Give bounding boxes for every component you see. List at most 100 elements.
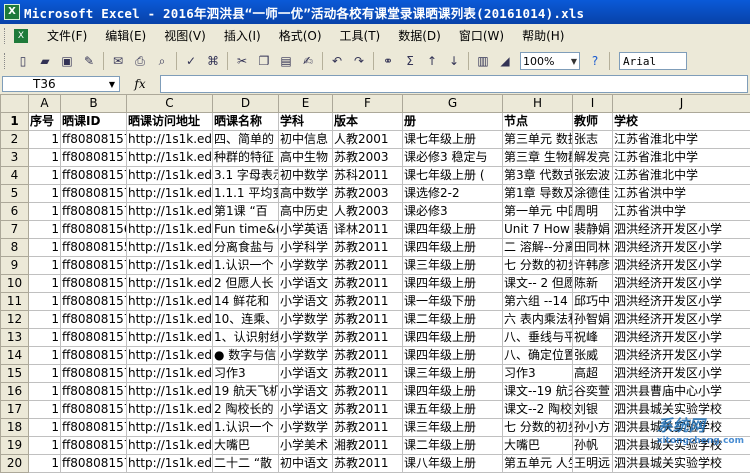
select-all-corner[interactable] bbox=[1, 95, 29, 113]
cell[interactable]: ff80808157 bbox=[61, 311, 127, 329]
column-header[interactable]: I bbox=[573, 95, 613, 113]
cell[interactable]: 1 bbox=[29, 293, 61, 311]
row-header[interactable]: 1 bbox=[1, 113, 29, 131]
menu-file[interactable]: 文件(F) bbox=[38, 26, 96, 46]
cell[interactable]: 1 bbox=[29, 221, 61, 239]
cell[interactable]: 小学语文 bbox=[279, 365, 333, 383]
cell[interactable]: 田同林 bbox=[573, 239, 613, 257]
cell[interactable]: ff80808157 bbox=[61, 203, 127, 221]
cell[interactable]: 许韩彦 bbox=[573, 257, 613, 275]
cell[interactable]: 人教2001 bbox=[333, 131, 403, 149]
sort-ascending-icon[interactable]: ↑ bbox=[423, 52, 441, 70]
cell[interactable]: 1 bbox=[29, 203, 61, 221]
cell[interactable]: 江苏省淮北中学 bbox=[613, 167, 750, 185]
menu-data[interactable]: 数据(D) bbox=[389, 26, 450, 46]
row-header[interactable]: 16 bbox=[1, 383, 29, 401]
cell[interactable]: 课三年级上册 bbox=[403, 257, 503, 275]
cell[interactable]: ff80808157 bbox=[61, 329, 127, 347]
cell[interactable]: http://1s1k.ed bbox=[127, 149, 213, 167]
menu-window[interactable]: 窗口(W) bbox=[450, 26, 513, 46]
undo-icon[interactable]: ↶ bbox=[328, 52, 346, 70]
cell[interactable]: 初中语文 bbox=[279, 455, 333, 473]
row-header[interactable]: 13 bbox=[1, 329, 29, 347]
column-header[interactable]: A bbox=[29, 95, 61, 113]
cell[interactable]: 高中数学 bbox=[279, 185, 333, 203]
row-header[interactable]: 3 bbox=[1, 149, 29, 167]
cell[interactable]: 祝峰 bbox=[573, 329, 613, 347]
cell[interactable]: 四、简单的 bbox=[213, 131, 279, 149]
cell[interactable]: 二 溶解--分离食盐与 bbox=[503, 239, 573, 257]
new-icon[interactable]: ▯ bbox=[14, 52, 32, 70]
cell[interactable]: 1 bbox=[29, 347, 61, 365]
help-icon[interactable]: ? bbox=[586, 52, 604, 70]
cell[interactable]: 江苏省淮北中学 bbox=[613, 131, 750, 149]
column-header[interactable]: F bbox=[333, 95, 403, 113]
cell[interactable]: ff80808157 bbox=[61, 347, 127, 365]
cell[interactable]: 第1章 导数及其应用 bbox=[503, 185, 573, 203]
cell[interactable]: 2 陶校长的 bbox=[213, 401, 279, 419]
cell[interactable]: 教师 bbox=[573, 113, 613, 131]
cell[interactable]: 七 分数的初步认识 bbox=[503, 419, 573, 437]
cell[interactable]: 大嘴巴 bbox=[213, 437, 279, 455]
cell[interactable]: 邱巧中 bbox=[573, 293, 613, 311]
cell[interactable]: 泗洪经济开发区小学 bbox=[613, 257, 750, 275]
cell[interactable]: 课选修2-2 bbox=[403, 185, 503, 203]
cell[interactable]: 第1课 “百 bbox=[213, 203, 279, 221]
cell[interactable]: 第3章 代数式--3.1 字 bbox=[503, 167, 573, 185]
cut-icon[interactable]: ✂ bbox=[233, 52, 251, 70]
cell[interactable]: ff80808157 bbox=[61, 275, 127, 293]
cell[interactable]: 苏教2011 bbox=[333, 293, 403, 311]
cell[interactable]: 泗洪县曹庙中心小学 bbox=[613, 383, 750, 401]
cell[interactable]: 晒课访问地址 bbox=[127, 113, 213, 131]
cell[interactable]: ● 数字与信 bbox=[213, 347, 279, 365]
name-box[interactable]: T36 ▼ bbox=[2, 76, 120, 92]
row-header[interactable]: 18 bbox=[1, 419, 29, 437]
cell[interactable]: 小学数学 bbox=[279, 257, 333, 275]
format-painter-icon[interactable]: ✍ bbox=[299, 52, 317, 70]
function-icon[interactable]: fx bbox=[120, 77, 160, 91]
cell[interactable]: 第三单元 数据表处 bbox=[503, 131, 573, 149]
cell[interactable]: 第一单元 中国传统 bbox=[503, 203, 573, 221]
column-header[interactable]: B bbox=[61, 95, 127, 113]
cell[interactable]: 1.1.1 平均变 bbox=[213, 185, 279, 203]
cell[interactable]: ff80808157 bbox=[61, 401, 127, 419]
cell[interactable]: ff80808157 bbox=[61, 293, 127, 311]
cell[interactable]: 课必修3 稳定与 bbox=[403, 149, 503, 167]
cell[interactable]: 1 bbox=[29, 257, 61, 275]
chevron-down-icon[interactable]: ▼ bbox=[571, 57, 577, 66]
cell[interactable]: http://1s1k.ed bbox=[127, 401, 213, 419]
save-icon[interactable]: ▣ bbox=[58, 52, 76, 70]
column-header[interactable]: D bbox=[213, 95, 279, 113]
cell[interactable]: 苏教2011 bbox=[333, 257, 403, 275]
cell[interactable]: 泗洪经济开发区小学 bbox=[613, 293, 750, 311]
cell[interactable]: 第五单元 人生体验 bbox=[503, 455, 573, 473]
cell[interactable]: http://1s1k.ed bbox=[127, 365, 213, 383]
cell[interactable]: 种群的特征 bbox=[213, 149, 279, 167]
row-header[interactable]: 19 bbox=[1, 437, 29, 455]
cell[interactable]: 1.认识一个 bbox=[213, 257, 279, 275]
row-header[interactable]: 17 bbox=[1, 401, 29, 419]
cell[interactable]: 册 bbox=[403, 113, 503, 131]
cell[interactable]: 课一年级下册 bbox=[403, 293, 503, 311]
cell[interactable]: 课八年级上册 bbox=[403, 455, 503, 473]
cell[interactable]: 解发亮 bbox=[573, 149, 613, 167]
cell[interactable]: 江苏省洪中学 bbox=[613, 185, 750, 203]
menu-format[interactable]: 格式(O) bbox=[270, 26, 331, 46]
cell[interactable]: 3.1 字母表示 bbox=[213, 167, 279, 185]
cell[interactable]: 1 bbox=[29, 239, 61, 257]
cell[interactable]: 小学语文 bbox=[279, 401, 333, 419]
cell[interactable]: 课必修3 bbox=[403, 203, 503, 221]
cell[interactable]: 课四年级上册 bbox=[403, 239, 503, 257]
cell[interactable]: ff80808157 bbox=[61, 257, 127, 275]
cell[interactable]: 高中生物 bbox=[279, 149, 333, 167]
cell[interactable]: ff80808157 bbox=[61, 455, 127, 473]
cell[interactable]: 小学数学 bbox=[279, 419, 333, 437]
cell[interactable]: 晒课ID bbox=[61, 113, 127, 131]
cell[interactable]: 泗洪经济开发区小学 bbox=[613, 329, 750, 347]
cell[interactable]: 小学英语 bbox=[279, 221, 333, 239]
cell[interactable]: ff80808157 bbox=[61, 131, 127, 149]
row-header[interactable]: 14 bbox=[1, 347, 29, 365]
menu-help[interactable]: 帮助(H) bbox=[513, 26, 573, 46]
cell[interactable]: 高超 bbox=[573, 365, 613, 383]
row-header[interactable]: 15 bbox=[1, 365, 29, 383]
